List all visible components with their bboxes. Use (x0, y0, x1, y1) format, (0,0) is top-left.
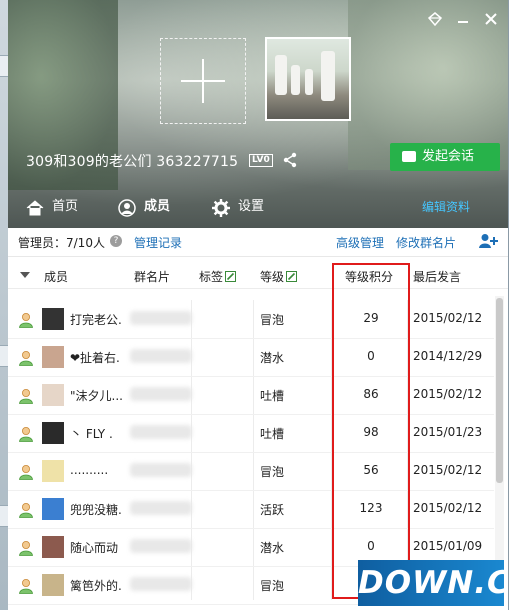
member-name[interactable]: 兜兜没糖. (70, 501, 122, 518)
member-name[interactable]: 丶 FLY . (70, 425, 113, 442)
col-card[interactable]: 群名片 (134, 268, 170, 285)
advanced-manage-link[interactable]: 高级管理 (336, 234, 384, 251)
start-chat-button[interactable]: 发起会话 (390, 143, 500, 171)
group-card-value (130, 463, 192, 477)
manage-log-link[interactable]: 管理记录 (134, 234, 182, 251)
avatar[interactable] (42, 498, 64, 520)
home-icon (26, 200, 44, 216)
table-header: 成员 群名片 标签 等级 等级积分 最后发言 (8, 262, 508, 289)
last-speak-date: 2015/02/12 (413, 463, 483, 477)
member-role-icon (19, 389, 33, 404)
edit-card-link[interactable]: 修改群名片 (396, 234, 456, 251)
last-speak-date: 2015/02/12 (413, 311, 483, 325)
avatar[interactable] (42, 384, 64, 406)
last-speak-date: 2015/01/09 (413, 539, 483, 553)
edit-profile-link[interactable]: 编辑资料 (422, 188, 470, 226)
group-name: 309和309的老公们 363227715 (26, 154, 239, 170)
member-level: 潜水 (260, 541, 285, 555)
member-name[interactable]: 篱笆外的. (70, 577, 122, 594)
member-name[interactable]: "沫夕儿... (70, 387, 123, 404)
diamond-icon[interactable] (426, 12, 444, 30)
member-role-icon (19, 427, 33, 442)
member-role-icon (19, 313, 33, 328)
table-row[interactable]: 打完老公. 冒泡 29 2015/02/12 (8, 300, 494, 339)
member-info-bar: 管理员：7/10人 ? 管理记录 高级管理 修改群名片 (8, 228, 508, 257)
close-icon[interactable] (482, 12, 500, 30)
share-icon[interactable] (282, 152, 298, 171)
tab-bar: 首页 成员 设置 编辑资料 (8, 188, 508, 228)
level-badge: LV0 (249, 154, 273, 167)
group-card-value (130, 539, 192, 553)
avatar[interactable] (42, 536, 64, 558)
member-role-icon (19, 541, 33, 556)
group-info-window: 309和309的老公们 363227715 LV0 发起会话 首页 成员 设置 … (8, 0, 509, 610)
member-name[interactable]: .......... (70, 463, 108, 477)
last-speak-date: 2015/01/23 (413, 425, 483, 439)
group-banner: 309和309的老公们 363227715 LV0 发起会话 首页 成员 设置 … (8, 0, 508, 228)
col-member[interactable]: 成员 (44, 268, 68, 285)
group-card-value (130, 387, 192, 401)
col-last-speak[interactable]: 最后发言 (413, 268, 461, 285)
last-speak-date: 2014/12/29 (413, 349, 483, 363)
sort-caret-icon[interactable] (20, 272, 30, 278)
member-role-icon (19, 465, 33, 480)
table-row[interactable]: ❤扯着右. 潜水 0 2014/12/29 (8, 338, 494, 377)
user-icon (118, 199, 136, 217)
member-role-icon (19, 579, 33, 594)
avatar[interactable] (42, 460, 64, 482)
col-level[interactable]: 等级 (260, 268, 298, 285)
edit-pen-icon[interactable] (225, 271, 237, 282)
avatar[interactable] (42, 422, 64, 444)
member-name[interactable]: 打完老公. (70, 311, 122, 328)
member-role-icon (19, 351, 33, 366)
table-row[interactable]: "沫夕儿... 吐槽 86 2015/02/12 (8, 376, 494, 415)
group-card-value (130, 501, 192, 515)
scrollbar-thumb[interactable] (496, 298, 503, 483)
member-level: 冒泡 (260, 579, 285, 593)
member-level: 冒泡 (260, 313, 285, 327)
group-photo[interactable] (265, 37, 351, 121)
group-card-value (130, 577, 192, 591)
site-watermark-logo: DOWN.CC (358, 560, 508, 606)
member-level: 吐槽 (260, 427, 285, 441)
admin-count: 管理员：7/10人 (18, 236, 105, 250)
avatar[interactable] (42, 346, 64, 368)
last-speak-date: 2015/02/12 (413, 501, 483, 515)
table-row[interactable]: 兜兜没糖. 活跃 123 2015/02/12 (8, 490, 494, 529)
score-column-highlight (332, 263, 410, 599)
gear-icon (212, 199, 230, 217)
add-photo-button[interactable] (160, 38, 246, 124)
minimize-icon[interactable] (454, 12, 472, 30)
background-window-edge (0, 0, 8, 610)
help-icon[interactable]: ? (110, 235, 122, 247)
avatar[interactable] (42, 574, 64, 596)
table-row[interactable]: .......... 冒泡 56 2015/02/12 (8, 452, 494, 491)
chat-icon (402, 151, 416, 162)
scrollbar[interactable] (495, 296, 504, 590)
member-role-icon (19, 503, 33, 518)
table-row[interactable]: 丶 FLY . 吐槽 98 2015/01/23 (8, 414, 494, 453)
member-level: 吐槽 (260, 389, 285, 403)
col-tag[interactable]: 标签 (199, 268, 237, 285)
avatar[interactable] (42, 308, 64, 330)
group-card-value (130, 311, 192, 325)
member-level: 冒泡 (260, 465, 285, 479)
group-card-value (130, 349, 192, 363)
add-user-icon[interactable] (478, 233, 498, 249)
member-level: 活跃 (260, 503, 285, 517)
group-card-value (130, 425, 192, 439)
member-name[interactable]: 随心而动 (70, 539, 118, 556)
member-name[interactable]: ❤扯着右. (70, 349, 120, 366)
last-speak-date: 2015/02/12 (413, 387, 483, 401)
member-level: 潜水 (260, 351, 285, 365)
edit-pen-icon[interactable] (286, 271, 298, 282)
